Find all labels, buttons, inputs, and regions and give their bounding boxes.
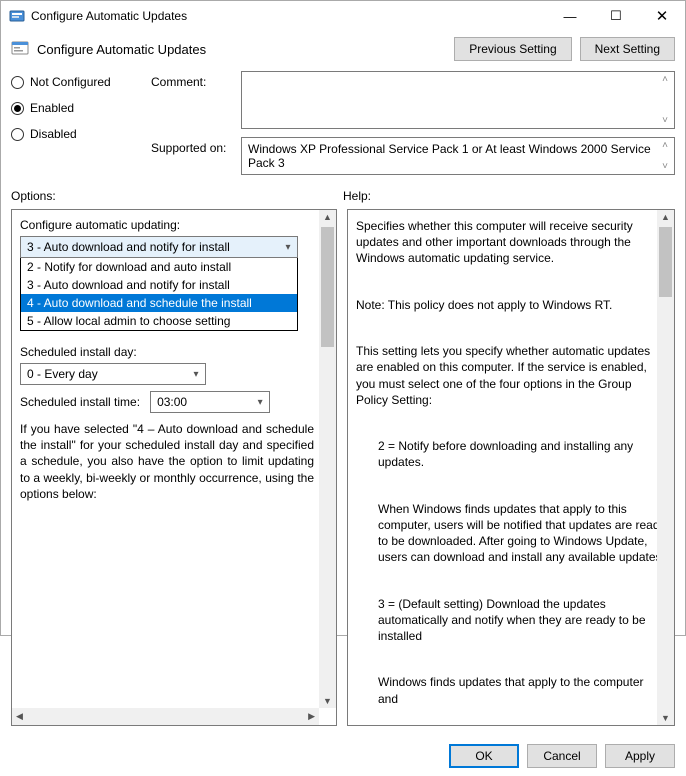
scheduled-day-label: Scheduled install day: <box>20 345 314 359</box>
combo-value: 3 - Auto download and notify for install <box>21 240 279 254</box>
scroll-left-icon[interactable]: ◀ <box>16 711 23 722</box>
policy-icon <box>11 40 29 58</box>
scheduled-day-combo[interactable]: 0 - Every day ▾ <box>20 363 206 385</box>
radio-bullet <box>11 76 24 89</box>
nav-buttons: Previous Setting Next Setting <box>454 37 675 61</box>
supported-on-text: Windows XP Professional Service Pack 1 o… <box>241 137 675 175</box>
cancel-button[interactable]: Cancel <box>527 744 597 768</box>
configure-updating-dropdown: 2 - Notify for download and auto install… <box>20 258 298 331</box>
scroll-up-icon[interactable]: ▲ <box>323 210 332 224</box>
options-panel: Configure automatic updating: 3 - Auto d… <box>11 209 337 726</box>
scroll-down-icon[interactable]: ▼ <box>661 711 670 725</box>
scroll-down-icon[interactable]: ˅ <box>658 161 672 172</box>
scroll-thumb[interactable] <box>659 227 672 297</box>
scroll-up-icon[interactable]: ˄ <box>658 74 672 85</box>
titlebar: Configure Automatic Updates — ☐ ✕ <box>1 1 685 31</box>
scroll-up-icon[interactable]: ▲ <box>661 210 670 224</box>
options-body: Configure automatic updating: 3 - Auto d… <box>12 210 336 725</box>
options-label: Options: <box>11 189 343 203</box>
radio-label: Enabled <box>30 101 74 115</box>
help-paragraph: When Windows finds updates that apply to… <box>356 501 666 566</box>
dropdown-option[interactable]: 4 - Auto download and schedule the insta… <box>21 294 297 312</box>
next-setting-button[interactable]: Next Setting <box>580 37 675 61</box>
configure-updating-label: Configure automatic updating: <box>20 218 314 232</box>
apply-button[interactable]: Apply <box>605 744 675 768</box>
comment-row: Comment: ˄ ˅ <box>151 71 675 129</box>
radio-label: Not Configured <box>30 75 111 89</box>
radio-label: Disabled <box>30 127 77 141</box>
config-row: Not Configured Enabled Disabled Comment:… <box>11 71 675 175</box>
chevron-down-icon: ▾ <box>279 242 297 253</box>
window-title: Configure Automatic Updates <box>31 9 547 23</box>
dropdown-option[interactable]: 2 - Notify for download and auto install <box>21 258 297 276</box>
gpo-dialog-window: Configure Automatic Updates — ☐ ✕ Config… <box>0 0 686 636</box>
combo-value: 0 - Every day <box>21 367 187 381</box>
scheduled-time-row: Scheduled install time: 03:00 ▾ <box>20 391 314 413</box>
panels-row: Configure automatic updating: 3 - Auto d… <box>11 209 675 726</box>
help-paragraph: This setting lets you specify whether au… <box>356 343 666 408</box>
combo-value: 03:00 <box>151 395 251 409</box>
supported-value: Windows XP Professional Service Pack 1 o… <box>248 142 651 170</box>
radio-not-configured[interactable]: Not Configured <box>11 75 151 89</box>
scroll-up-icon[interactable]: ˄ <box>658 140 672 151</box>
comment-label: Comment: <box>151 71 231 129</box>
close-button[interactable]: ✕ <box>639 1 685 31</box>
meta-column: Comment: ˄ ˅ Supported on: Windows XP Pr… <box>151 71 675 175</box>
help-paragraph: Note: This policy does not apply to Wind… <box>356 297 666 313</box>
chevron-down-icon: ▾ <box>251 397 269 408</box>
options-note: If you have selected "4 – Auto download … <box>20 421 314 502</box>
help-paragraph: 3 = (Default setting) Download the updat… <box>356 596 666 645</box>
comment-textarea[interactable]: ˄ ˅ <box>241 71 675 129</box>
help-vertical-scrollbar[interactable]: ▲ ▼ <box>657 210 674 725</box>
supported-row: Supported on: Windows XP Professional Se… <box>151 137 675 175</box>
section-labels: Options: Help: <box>11 189 675 203</box>
help-label: Help: <box>343 189 371 203</box>
radio-bullet <box>11 128 24 141</box>
scroll-down-icon[interactable]: ˅ <box>658 115 672 126</box>
radio-bullet <box>11 102 24 115</box>
app-icon <box>9 8 25 24</box>
help-paragraph: Windows finds updates that apply to the … <box>356 674 666 706</box>
scroll-thumb[interactable] <box>321 227 334 347</box>
minimize-button[interactable]: — <box>547 1 593 31</box>
previous-setting-button[interactable]: Previous Setting <box>454 37 571 61</box>
help-body: Specifies whether this computer will rec… <box>348 210 674 725</box>
dialog-footer: OK Cancel Apply <box>1 736 685 776</box>
scroll-right-icon[interactable]: ▶ <box>308 711 315 722</box>
scheduled-time-combo[interactable]: 03:00 ▾ <box>150 391 270 413</box>
supported-label: Supported on: <box>151 137 231 175</box>
maximize-button[interactable]: ☐ <box>593 1 639 31</box>
configure-updating-combo[interactable]: 3 - Auto download and notify for install… <box>20 236 298 258</box>
dropdown-option[interactable]: 5 - Allow local admin to choose setting <box>21 312 297 330</box>
help-panel: Specifies whether this computer will rec… <box>347 209 675 726</box>
scheduled-time-label: Scheduled install time: <box>20 395 140 409</box>
scroll-down-icon[interactable]: ▼ <box>323 694 332 708</box>
content-area: Configure Automatic Updates Previous Set… <box>1 31 685 736</box>
dropdown-option[interactable]: 3 - Auto download and notify for install <box>21 276 297 294</box>
ok-button[interactable]: OK <box>449 744 519 768</box>
options-vertical-scrollbar[interactable]: ▲ ▼ <box>319 210 336 708</box>
options-horizontal-scrollbar[interactable]: ◀ ▶ <box>12 708 319 725</box>
help-paragraph: 2 = Notify before downloading and instal… <box>356 438 666 470</box>
header-row: Configure Automatic Updates Previous Set… <box>11 37 675 61</box>
chevron-down-icon: ▾ <box>187 369 205 380</box>
help-paragraph: Specifies whether this computer will rec… <box>356 218 666 267</box>
radio-enabled[interactable]: Enabled <box>11 101 151 115</box>
policy-title: Configure Automatic Updates <box>37 42 446 57</box>
state-radio-group: Not Configured Enabled Disabled <box>11 71 151 175</box>
radio-disabled[interactable]: Disabled <box>11 127 151 141</box>
